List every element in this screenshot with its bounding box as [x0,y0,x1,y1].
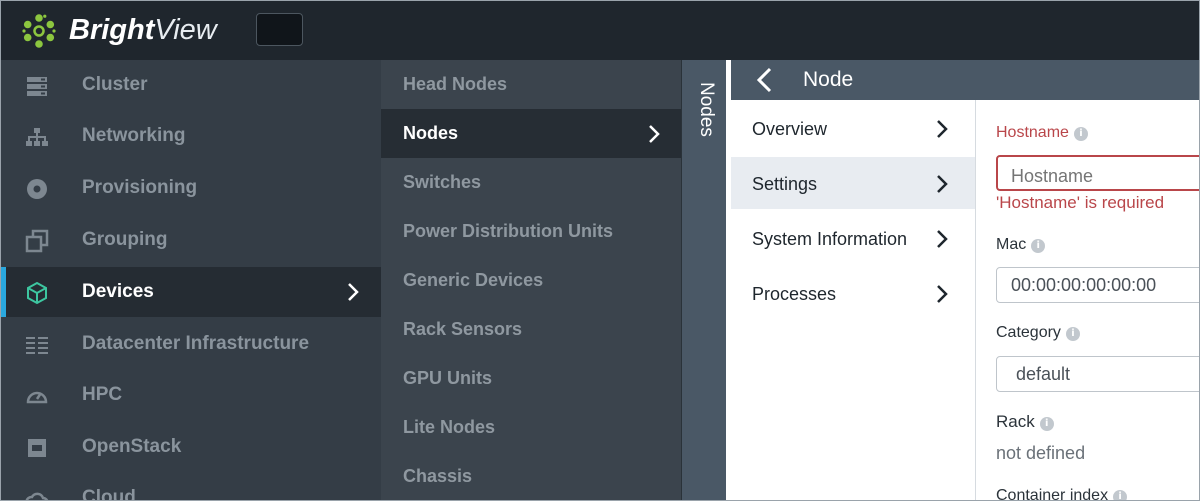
devices-subnav: Head Nodes Nodes Switches Power Distribu… [381,60,681,500]
sidebar-item-label: Devices [82,281,154,302]
nodes-vertical-tab[interactable]: Nodes [681,60,729,500]
sidebar-item-label: Networking [82,125,186,146]
brand-name-light: View [154,14,217,46]
subnav-item-lite-nodes[interactable]: Lite Nodes [381,403,681,452]
openstack-icon [28,439,46,457]
sidebar-item-label: OpenStack [82,436,182,457]
node-menu-label: System Information [752,229,908,249]
hostname-error-message: 'Hostname' is required [996,193,1165,212]
sidebar-item-label: Provisioning [82,177,198,198]
hostname-label: Hostname i [996,124,1088,142]
sidebar-item-datacenter-infrastructure[interactable]: Datacenter Infrastructure [1,319,381,369]
gauge-icon [26,391,48,404]
main-sidebar: Cluster Networking Provisioning Grouping… [1,60,381,501]
node-menu-label: Settings [752,174,818,194]
subnav-item-label: Nodes [403,123,459,143]
server-stack-icon [27,77,47,96]
rack-value: not defined [996,443,1086,463]
node-menu-settings[interactable]: Settings [731,157,975,209]
category-select[interactable]: default [996,356,1199,392]
sidebar-item-networking[interactable]: Networking [1,111,381,161]
active-indicator [1,267,6,317]
info-icon[interactable]: i [1073,127,1088,141]
sidebar-item-label: Grouping [82,229,168,250]
subnav-item-generic-devices[interactable]: Generic Devices [381,256,681,305]
subnav-item-label: Switches [403,172,482,192]
subnav-item-label: Generic Devices [403,270,544,290]
node-panel-header: Node [731,60,1199,100]
app-window: BrightView Cluster Networking Provisioni… [0,0,1200,501]
info-icon[interactable]: i [1031,239,1046,253]
mac-label-text: Mac [996,236,1027,253]
sidebar-item-label: Datacenter Infrastructure [82,333,310,354]
node-menu-processes[interactable]: Processes [731,267,975,319]
subnav-item-gpu-units[interactable]: GPU Units [381,354,681,403]
node-menu-label: Processes [752,284,837,304]
subnav-item-nodes[interactable]: Nodes [381,109,681,158]
network-tree-icon [26,128,48,146]
subnav-item-chassis[interactable]: Chassis [381,452,681,500]
cube-icon [27,281,47,305]
sidebar-item-devices[interactable]: Devices [1,267,381,317]
info-icon[interactable]: i [1065,327,1080,341]
top-bar: BrightView [1,1,1199,60]
brand-name-bold: Bright [69,14,155,46]
category-label-text: Category [996,324,1061,341]
subnav-item-label: GPU Units [403,368,493,388]
subnav-item-power-distribution-units[interactable]: Power Distribution Units [381,207,681,256]
settings-form: Hostnamei 'Hostname' is required Maci 00… [976,100,1199,501]
chevron-right-icon [937,230,948,248]
subnav-item-head-nodes[interactable]: Head Nodes [381,60,681,109]
hostname-input[interactable] [996,155,1199,191]
sidebar-item-provisioning[interactable]: Provisioning [1,163,381,213]
panel-title: Node [803,68,854,91]
rack-rows-icon [26,337,48,354]
subnav-item-label: Power Distribution Units [403,221,614,241]
back-chevron-icon[interactable] [751,66,779,94]
info-icon[interactable]: i [1039,417,1054,431]
chevron-right-icon [348,283,359,301]
sidebar-item-grouping[interactable]: Grouping [1,215,381,265]
chevron-right-icon [649,125,660,143]
subnav-item-label: Chassis [403,466,473,486]
chevron-right-icon [937,120,948,138]
node-menu-label: Overview [752,119,828,139]
rack-label-text: Rack [996,412,1035,431]
rack-label: Rack i [996,412,1054,432]
subnav-item-rack-sensors[interactable]: Rack Sensors [381,305,681,354]
sidebar-item-cloud[interactable]: Cloud [1,473,381,501]
bright-logo-icon [22,14,56,48]
chevron-right-icon [937,285,948,303]
chevron-right-icon [937,175,948,193]
sidebar-item-label: Cloud [82,487,136,501]
mac-input[interactable]: 00:00:00:00:00:00 [996,267,1199,303]
sidebar-item-label: Cluster [82,74,148,95]
sidebar-item-hpc[interactable]: HPC [1,370,381,420]
disc-icon [27,179,47,199]
subnav-item-switches[interactable]: Switches [381,158,681,207]
top-bar-box[interactable] [256,13,303,46]
sidebar-item-cluster[interactable]: Cluster [1,60,381,110]
mac-label: Mac i [996,236,1046,254]
node-menu-system-information[interactable]: System Information [731,212,975,264]
node-menu-overview[interactable]: Overview [731,102,975,154]
hostname-label-text: Hostname [996,124,1069,141]
node-menu: Overview Settings System Information Pro… [731,100,976,500]
group-squares-icon [25,229,49,253]
sidebar-item-label: HPC [82,384,123,405]
subnav-item-label: Head Nodes [403,74,508,94]
category-label: Category i [996,324,1080,342]
info-icon[interactable]: i [1113,490,1128,500]
container-index-label: Container index i [996,487,1128,501]
subnav-item-label: Lite Nodes [403,417,496,437]
vertical-tab-label: Nodes [696,82,717,137]
container-index-label-text: Container index [996,487,1109,501]
subnav-item-label: Rack Sensors [403,319,523,339]
sidebar-item-openstack[interactable]: OpenStack [1,422,381,472]
brand-name: BrightView [69,12,217,48]
cloud-icon [25,492,49,500]
